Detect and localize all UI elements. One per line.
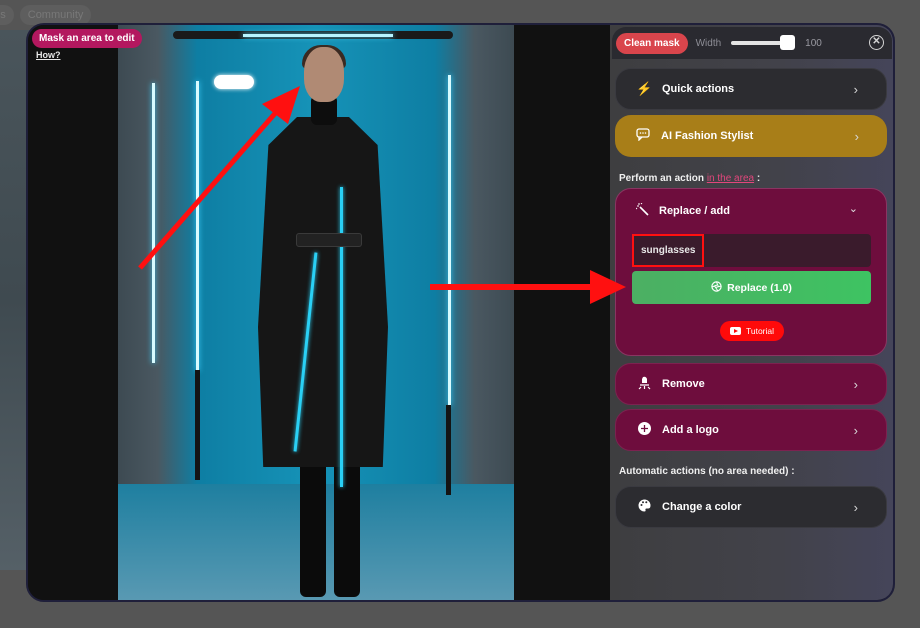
mask-toolbar: Clean mask Width 100 ✕ bbox=[612, 27, 892, 59]
auto-section-label: Automatic actions (no area needed) : bbox=[619, 466, 795, 477]
palette-icon bbox=[636, 499, 652, 515]
how-link[interactable]: How? bbox=[36, 50, 61, 60]
chevron-right-icon: › bbox=[853, 376, 858, 392]
add-logo-label: Add a logo bbox=[662, 424, 719, 436]
mask-instruction-badge: Mask an area to edit bbox=[32, 29, 142, 48]
chevron-right-icon: › bbox=[854, 128, 859, 144]
replace-add-section: Replace / add ⌄ Replace (1.0) Tutorial bbox=[615, 188, 887, 356]
replace-add-label: Replace / add bbox=[659, 205, 730, 217]
quick-actions-button[interactable]: ⚡ Quick actions › bbox=[615, 68, 887, 110]
tutorial-label: Tutorial bbox=[745, 326, 775, 336]
photo-model bbox=[248, 45, 398, 597]
remove-label: Remove bbox=[662, 378, 705, 390]
width-value: 100 bbox=[805, 37, 822, 49]
mask-stroke bbox=[214, 75, 254, 89]
chevron-right-icon: › bbox=[853, 422, 858, 438]
photo-stand bbox=[195, 370, 200, 480]
chevron-down-icon[interactable]: ⌄ bbox=[849, 202, 858, 215]
add-logo-button[interactable]: Add a logo › bbox=[615, 409, 887, 451]
in-the-area-link[interactable]: in the area bbox=[707, 173, 754, 184]
image-canvas[interactable]: Mask an area to edit How? bbox=[28, 25, 608, 600]
magic-wand-icon bbox=[635, 202, 649, 219]
close-icon[interactable]: ✕ bbox=[869, 35, 884, 50]
brush-width-slider[interactable] bbox=[731, 35, 796, 50]
slider-handle[interactable] bbox=[780, 35, 796, 50]
clean-mask-button[interactable]: Clean mask bbox=[616, 32, 688, 54]
actions-panel: Clean mask Width 100 ✕ ⚡ Quick actions ›… bbox=[610, 25, 893, 600]
area-section-suffix: : bbox=[754, 173, 761, 184]
plus-circle-icon bbox=[636, 422, 652, 438]
area-section-prefix: Perform an action bbox=[619, 173, 707, 184]
lightning-icon: ⚡ bbox=[636, 81, 653, 96]
change-color-button[interactable]: Change a color › bbox=[615, 486, 887, 528]
replace-button[interactable]: Replace (1.0) bbox=[632, 271, 871, 304]
remove-button[interactable]: Remove › bbox=[615, 363, 887, 405]
chevron-right-icon: › bbox=[853, 81, 858, 97]
tutorial-button[interactable]: Tutorial bbox=[720, 321, 784, 341]
background-nav-item: ads bbox=[0, 5, 14, 25]
aperture-icon bbox=[711, 280, 722, 295]
area-section-label: Perform an action in the area : bbox=[619, 173, 760, 184]
edit-modal: Mask an area to edit How? Clean mask Wid… bbox=[26, 23, 895, 602]
photo-neon-light bbox=[152, 83, 155, 363]
quick-actions-label: Quick actions bbox=[662, 83, 735, 95]
photo-neon-light bbox=[243, 34, 393, 37]
ai-fashion-stylist-button[interactable]: AI Fashion Stylist › bbox=[615, 115, 887, 157]
chevron-right-icon: › bbox=[853, 499, 858, 515]
chat-icon bbox=[635, 128, 651, 144]
photo-stand bbox=[446, 405, 451, 495]
replace-add-header[interactable]: Replace / add bbox=[635, 202, 730, 219]
background-nav: ads Community bbox=[0, 5, 92, 25]
photo-neon-light bbox=[196, 81, 199, 371]
annotation-highlight-box bbox=[632, 234, 704, 267]
fashion-photo[interactable] bbox=[118, 25, 514, 600]
youtube-icon bbox=[729, 327, 741, 335]
change-color-label: Change a color bbox=[662, 501, 742, 513]
replace-button-label: Replace (1.0) bbox=[727, 281, 792, 294]
ai-fashion-stylist-label: AI Fashion Stylist bbox=[661, 130, 754, 142]
width-label: Width bbox=[695, 37, 722, 49]
eraser-icon bbox=[636, 376, 652, 393]
background-nav-item: Community bbox=[19, 5, 92, 25]
photo-neon-light bbox=[448, 75, 451, 405]
